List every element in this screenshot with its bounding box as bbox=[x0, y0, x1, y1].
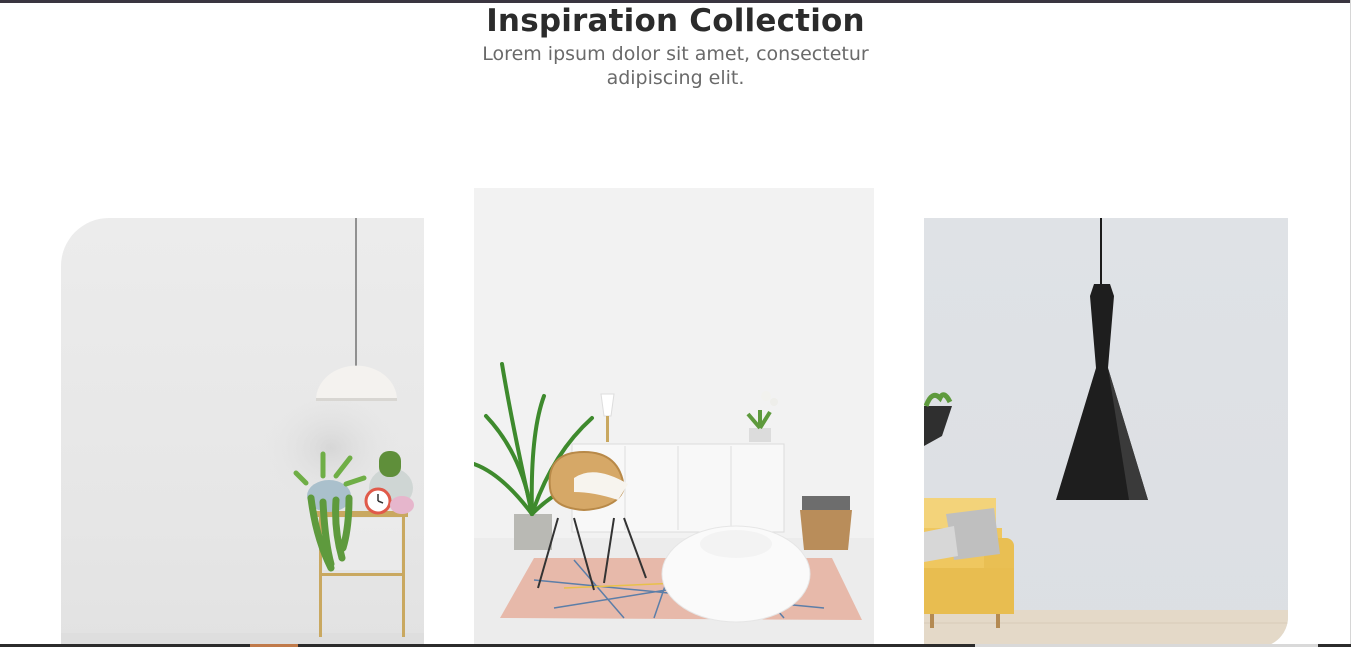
section-header: Inspiration Collection Lorem ipsum dolor… bbox=[0, 3, 1351, 90]
section-title: Inspiration Collection bbox=[486, 3, 865, 39]
room-image-pendant-sofa bbox=[924, 218, 1288, 647]
room-image-lamp-plants bbox=[61, 218, 424, 647]
inspiration-card-right[interactable] bbox=[924, 218, 1288, 647]
inspiration-card-left[interactable] bbox=[61, 218, 424, 647]
room-image-rattan-chair bbox=[474, 188, 874, 647]
inspiration-card-center[interactable] bbox=[474, 188, 874, 647]
section-subtitle: Lorem ipsum dolor sit amet, consectetur … bbox=[482, 43, 869, 89]
